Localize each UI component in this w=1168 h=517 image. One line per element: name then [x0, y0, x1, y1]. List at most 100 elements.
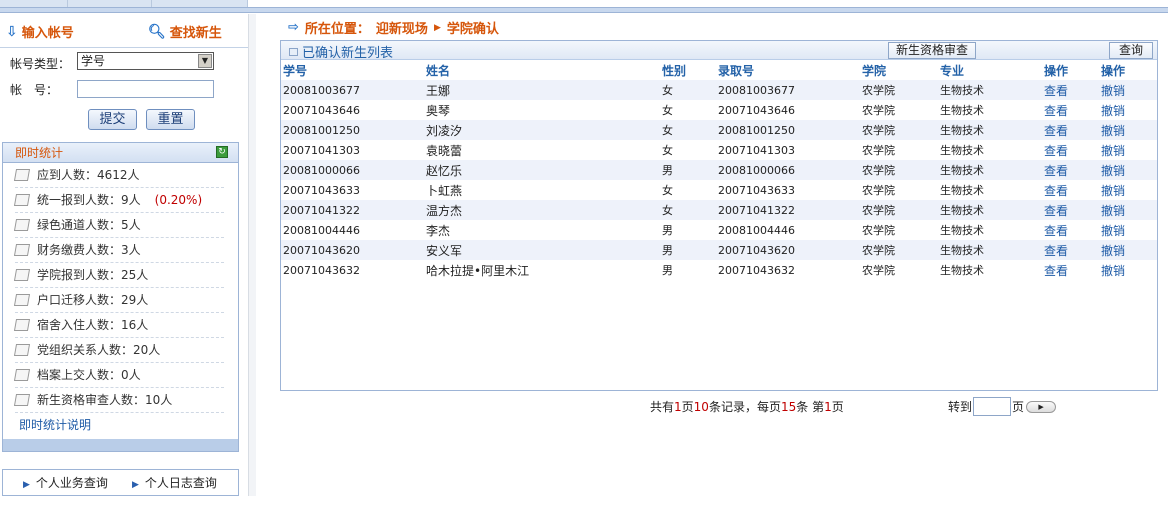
go-button[interactable]: ▶ — [1026, 400, 1057, 413]
view-link[interactable]: 查看 — [1044, 164, 1068, 178]
submit-button[interactable]: 提交 — [88, 109, 137, 130]
cell-admission-id: 20071041322 — [716, 200, 860, 220]
cell-college: 农学院 — [862, 144, 895, 157]
column-header: 性别 — [662, 63, 687, 78]
cell-admission-id: 20071041303 — [718, 143, 795, 157]
cell-major: 生物技术 — [938, 240, 1042, 260]
refresh-icon[interactable]: ↻ — [216, 146, 228, 158]
breadcrumb-item[interactable]: 学院确认 — [447, 18, 499, 37]
revoke-link[interactable]: 撤销 — [1101, 264, 1125, 278]
stats-header: 即时统计 ↻ — [3, 143, 238, 163]
cell-gender: 男 — [660, 240, 716, 260]
pager-text: 共有 — [650, 400, 675, 414]
query-button[interactable]: 查询 — [1109, 42, 1153, 59]
top-bar — [0, 0, 1168, 14]
view-link[interactable]: 查看 — [1044, 244, 1068, 258]
table-row: 20081004446 李杰 男 20081004446 农学院 生物技术 查看 撤销 — [281, 220, 1157, 240]
bottom-links: ▶ 个人业务查询 ▶ 个人日志查询 — [2, 469, 239, 496]
cell-revoke-link: 撤销 — [1099, 260, 1157, 280]
stat-text: 应到人数：4612人 — [37, 167, 140, 182]
personal-business-query-link[interactable]: ▶ 个人业务查询 — [23, 474, 108, 491]
column-header: 学院 — [862, 63, 887, 78]
table-row: 20071043633 卜虹燕 女 20071043633 农学院 生物技术 查看 撤销 — [281, 180, 1157, 200]
view-link[interactable]: 查看 — [1044, 124, 1068, 138]
stats-explanation-link[interactable]: 即时统计说明 — [3, 413, 238, 437]
revoke-link[interactable]: 撤销 — [1101, 144, 1125, 158]
stats-title: 即时统计 — [15, 146, 64, 160]
stat-text: 财务缴费人数：3人 — [37, 242, 141, 257]
account-type-select[interactable]: 学号 ▼ — [77, 52, 214, 70]
stat-text: 新生资格审查人数：10人 — [37, 392, 173, 407]
total-pages: 1 — [674, 400, 682, 414]
cell-student-name: 王娜 — [424, 80, 660, 100]
personal-log-query-link[interactable]: ▶ 个人日志查询 — [132, 474, 217, 491]
cell-student-id: 20071043646 — [283, 103, 360, 117]
cell-revoke-link: 撤销 — [1099, 240, 1157, 260]
qualification-review-button[interactable]: 新生资格审查 — [888, 42, 976, 59]
table-row: 20071043620 安义军男 20071043620 农学院 生物技术 查看 撤销 — [281, 240, 1157, 260]
revoke-link[interactable]: 撤销 — [1101, 164, 1125, 178]
cell-student-id: 20081004446 — [283, 223, 360, 237]
page-unit: 页 — [1012, 400, 1025, 414]
view-link[interactable]: 查看 — [1044, 84, 1068, 98]
view-link[interactable]: 查看 — [1044, 144, 1068, 158]
column-header: 专业 — [940, 63, 965, 78]
reset-button[interactable]: 重置 — [146, 109, 195, 130]
chevron-down-icon[interactable]: ▼ — [198, 54, 212, 68]
top-divider — [0, 7, 1168, 13]
revoke-link[interactable]: 撤销 — [1101, 84, 1125, 98]
revoke-link[interactable]: 撤销 — [1101, 204, 1125, 218]
document-icon — [13, 194, 31, 206]
search-icon: 🔍︎ — [148, 23, 166, 40]
tab-input-account[interactable]: ⇩ 输入帐号 — [6, 22, 74, 42]
stats-box: 即时统计 ↻ 应到人数：4612人 统一报到人数：9人 (0.20%) 绿色通道人数：… — [2, 142, 239, 452]
document-icon — [13, 369, 31, 381]
cell-revoke-link: 撤销 — [1099, 220, 1157, 240]
cell-major: 生物技术 — [938, 200, 1042, 220]
cell-major: 生物技术 — [938, 80, 1042, 100]
revoke-link[interactable]: 撤销 — [1101, 104, 1125, 118]
column-header: 录取号 — [718, 63, 755, 78]
table-row: 20071041322 温方杰女 20071041322 农学院 生物技术 查看 撤销 — [281, 200, 1157, 220]
tab-find-student[interactable]: 🔍︎ 查找新生 — [148, 22, 222, 42]
cell-college: 农学院 — [860, 240, 938, 260]
cell-college: 农学院 — [862, 184, 895, 197]
stat-text: 绿色通道人数：5人 — [37, 217, 141, 232]
tab-label: 查找新生 — [169, 26, 222, 41]
revoke-link[interactable]: 撤销 — [1101, 224, 1125, 238]
revoke-link[interactable]: 撤销 — [1101, 244, 1125, 258]
view-link[interactable]: 查看 — [1044, 184, 1068, 198]
panel-header: 已确认新生列表 新生资格审查 查询 — [281, 41, 1157, 61]
revoke-link[interactable]: 撤销 — [1101, 124, 1125, 138]
cell-view-link: 查看 — [1042, 200, 1099, 220]
cell-student-name: 安义军 — [424, 240, 660, 260]
breadcrumb-item[interactable]: 迎新现场 — [376, 18, 428, 37]
view-link[interactable]: 查看 — [1044, 224, 1068, 238]
stat-text: 户口迁移人数：29人 — [37, 292, 149, 307]
cell-admission-id: 20071043620 — [716, 240, 860, 260]
cell-gender: 女 — [660, 80, 716, 100]
cell-admission-id: 20071043646 — [718, 103, 795, 117]
revoke-link[interactable]: 撤销 — [1101, 184, 1125, 198]
document-icon — [13, 269, 31, 281]
cell-major: 生物技术 — [940, 144, 984, 157]
table-row: 20081000066 赵忆乐男 20081000066 农学院 生物技术 查看 撤销 — [281, 160, 1157, 180]
pager-text: 页 — [681, 400, 694, 414]
arrow-right-icon: ⇨ — [288, 20, 299, 35]
account-input[interactable] — [77, 80, 214, 98]
cell-admission-id: 20081001250 — [716, 120, 860, 140]
cell-revoke-link: 撤销 — [1099, 120, 1157, 140]
top-tab-segment — [152, 0, 248, 7]
view-link[interactable]: 查看 — [1044, 104, 1068, 118]
view-link[interactable]: 查看 — [1044, 264, 1068, 278]
cell-gender: 男 — [662, 264, 673, 277]
document-icon — [13, 394, 31, 406]
link-label: 个人业务查询 — [35, 476, 108, 490]
cell-view-link: 查看 — [1042, 100, 1099, 120]
view-link[interactable]: 查看 — [1044, 204, 1068, 218]
top-tab-segment — [0, 0, 68, 7]
goto-page-input[interactable] — [973, 397, 1012, 416]
cell-admission-id: 20081000066 — [716, 160, 860, 180]
cell-student-id: 20071043620 — [281, 240, 424, 260]
column-header: 学号 — [283, 63, 308, 78]
